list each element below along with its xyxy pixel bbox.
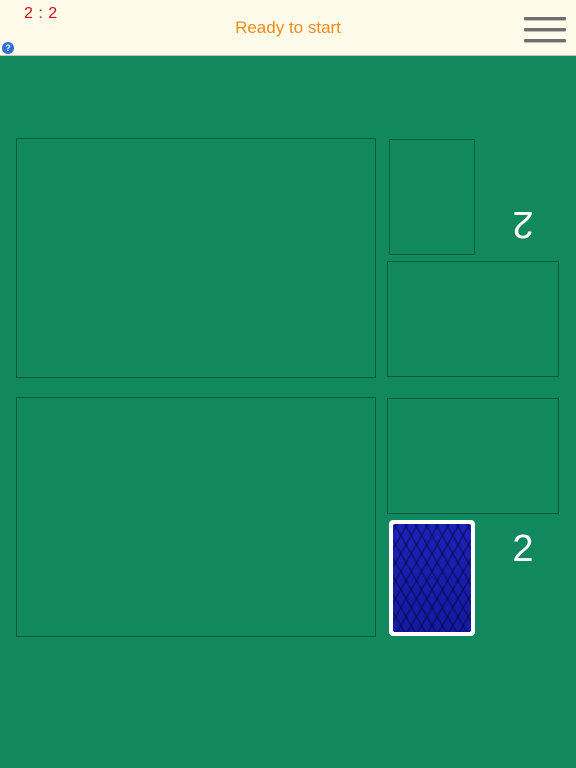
player-card-count: 2 [512, 528, 534, 570]
status-message: Ready to start [235, 18, 341, 37]
player-deck-card[interactable] [389, 520, 475, 636]
hamburger-menu-icon[interactable] [524, 14, 568, 44]
opponent-card-count: 2 [512, 203, 534, 245]
card-back-pattern [393, 524, 471, 632]
menu-line [524, 17, 566, 20]
top-bar: 2 : 2 ? Ready to start [0, 0, 576, 56]
help-icon[interactable]: ? [2, 42, 14, 54]
player-play-area[interactable] [16, 397, 376, 637]
menu-line [524, 28, 566, 31]
opponent-pile-slot[interactable] [387, 261, 559, 377]
player-pile-slot[interactable] [387, 398, 559, 514]
opponent-deck-slot[interactable] [389, 139, 475, 255]
menu-line [524, 39, 566, 42]
opponent-play-area[interactable] [16, 138, 376, 378]
